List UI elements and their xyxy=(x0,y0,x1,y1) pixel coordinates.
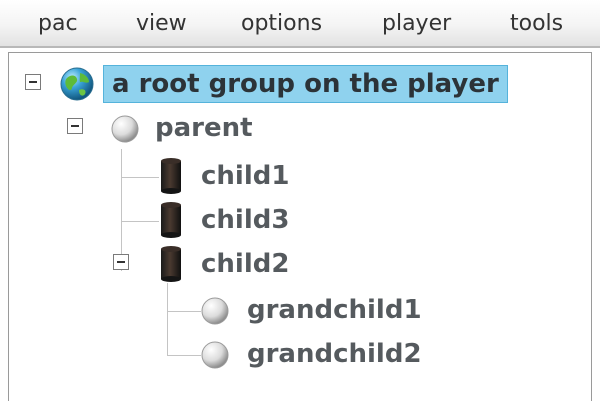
cylinder-icon xyxy=(161,246,181,282)
sphere-icon xyxy=(111,115,139,143)
collapse-toggle[interactable] xyxy=(25,74,41,90)
tree-node-grandchild2[interactable]: grandchild2 xyxy=(9,337,569,377)
tree-node-label[interactable]: child1 xyxy=(201,159,289,193)
tree-node-root[interactable]: a root group on the player xyxy=(9,63,569,103)
menu-item-view[interactable]: view xyxy=(136,11,187,37)
tree-node-label[interactable]: a root group on the player xyxy=(103,65,508,103)
menu-item-pac[interactable]: pac xyxy=(38,11,78,37)
tree-node-label[interactable]: child2 xyxy=(201,247,289,281)
app-window: pac view options player tools a root gro… xyxy=(0,0,600,401)
tree-node-grandchild1[interactable]: grandchild1 xyxy=(9,293,569,333)
menu-item-options[interactable]: options xyxy=(241,11,322,37)
sphere-icon xyxy=(201,341,229,369)
tree-node-child1[interactable]: child1 xyxy=(9,157,409,197)
tree-node-label[interactable]: parent xyxy=(155,111,253,145)
cylinder-icon xyxy=(161,158,181,194)
cylinder-icon xyxy=(161,202,181,238)
tree-view: a root group on the player parent child1… xyxy=(8,52,592,401)
globe-icon xyxy=(60,67,94,101)
menu-bar: pac view options player tools xyxy=(0,0,600,48)
tree-node-label[interactable]: child3 xyxy=(201,203,289,237)
tree-node-child3[interactable]: child3 xyxy=(9,201,409,241)
tree-node-label[interactable]: grandchild2 xyxy=(247,337,422,371)
tree-node-child2[interactable]: child2 xyxy=(9,245,409,285)
tree-node-parent[interactable]: parent xyxy=(9,111,409,151)
sphere-icon xyxy=(201,297,229,325)
collapse-toggle[interactable] xyxy=(113,254,129,270)
collapse-toggle[interactable] xyxy=(67,118,83,134)
menu-item-tools[interactable]: tools xyxy=(510,11,563,37)
menu-item-player[interactable]: player xyxy=(382,11,451,37)
tree-node-label[interactable]: grandchild1 xyxy=(247,293,422,327)
